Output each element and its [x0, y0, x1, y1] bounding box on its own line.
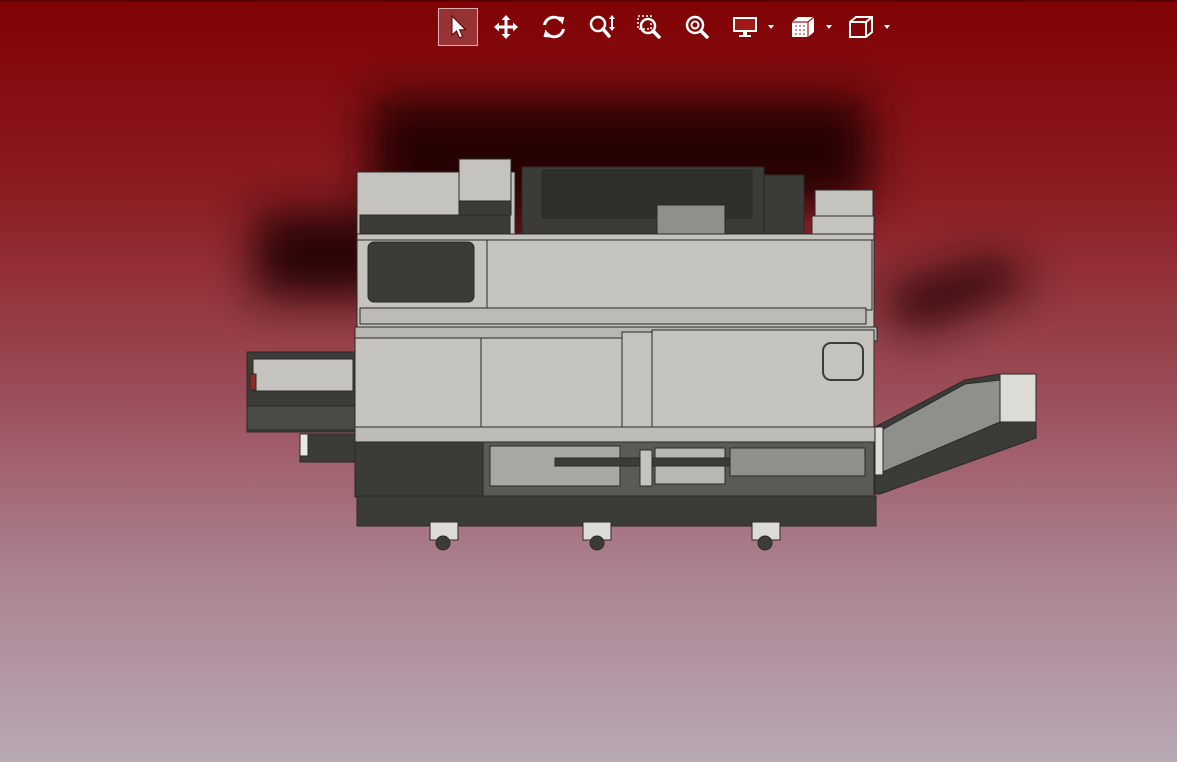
- 3d-viewport[interactable]: [0, 0, 1177, 762]
- machine-body: [246, 158, 1037, 527]
- machine-3d-model[interactable]: [0, 2, 1177, 762]
